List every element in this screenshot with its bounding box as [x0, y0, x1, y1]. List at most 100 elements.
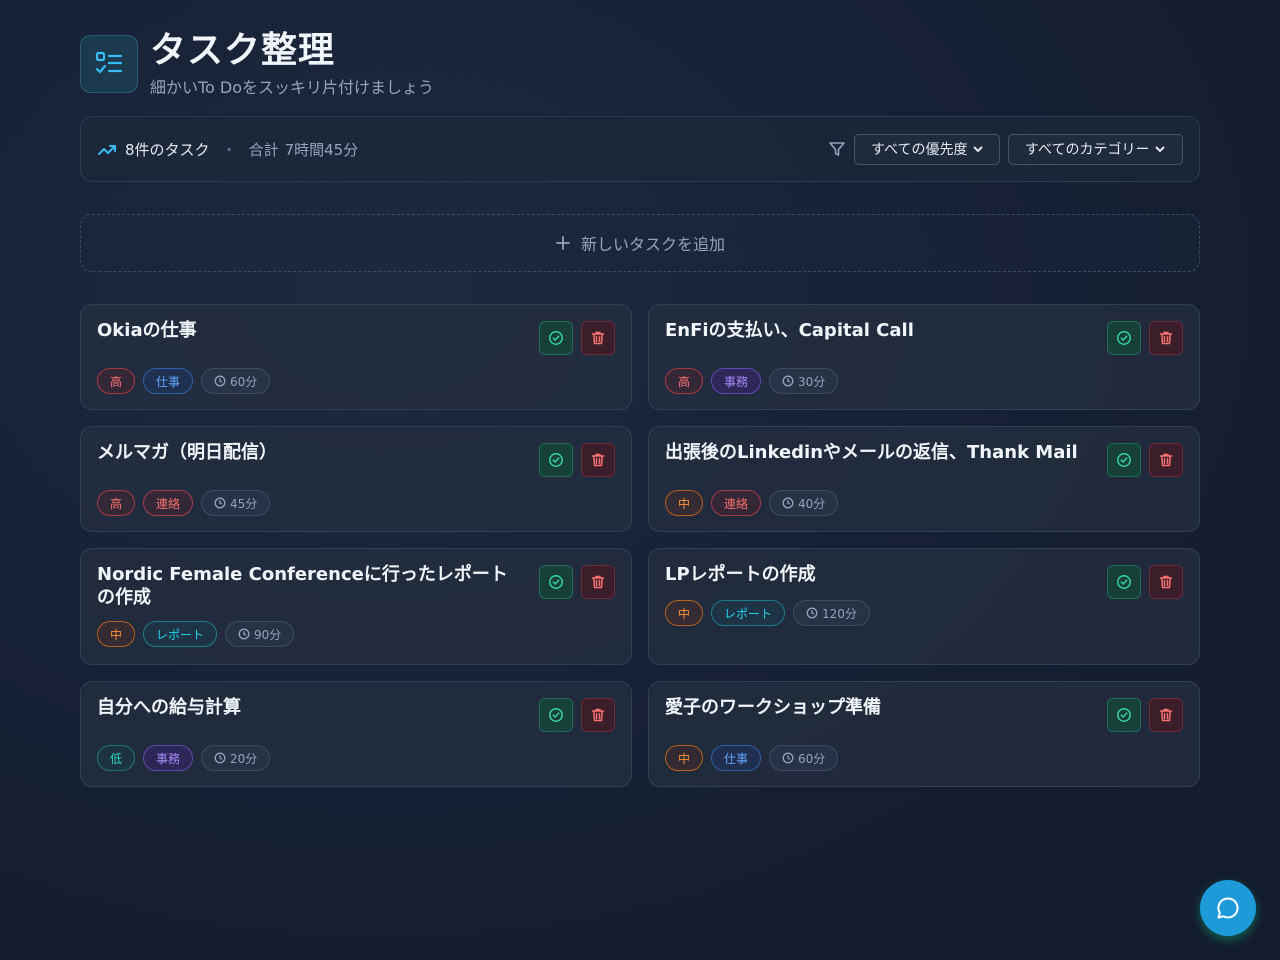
- time-badge: 90分: [225, 621, 295, 647]
- time-badge: 40分: [769, 490, 839, 516]
- delete-button[interactable]: [581, 321, 615, 355]
- priority-badge: 高: [665, 368, 704, 394]
- clock-icon: [806, 607, 818, 619]
- task-actions: [539, 443, 615, 477]
- clock-icon: [214, 375, 226, 387]
- task-tags: 中 レポート 90分: [97, 621, 615, 647]
- task-card: メルマガ（明日配信） 高 連絡 45分: [80, 426, 632, 532]
- delete-button[interactable]: [581, 698, 615, 732]
- time-value: 60分: [798, 751, 826, 766]
- category-badge: 連絡: [711, 490, 762, 516]
- complete-button[interactable]: [1107, 698, 1141, 732]
- task-title: メルマガ（明日配信）: [97, 442, 277, 463]
- total-time-label: 合計: [248, 140, 279, 159]
- delete-button[interactable]: [1149, 443, 1183, 477]
- task-title: 自分への給与計算: [97, 697, 241, 718]
- trash-icon: [1158, 452, 1174, 468]
- time-badge: 45分: [201, 490, 271, 516]
- priority-filter-select[interactable]: すべての優先度: [854, 133, 1000, 165]
- task-actions: [539, 698, 615, 732]
- task-card: 愛子のワークショップ準備 中 仕事 60分: [648, 681, 1200, 787]
- delete-button[interactable]: [1149, 321, 1183, 355]
- page-title: タスク整理: [150, 30, 336, 71]
- clock-icon: [782, 752, 794, 764]
- trash-icon: [590, 574, 606, 590]
- priority-badge: 高: [97, 368, 136, 394]
- category-badge: レポート: [143, 621, 218, 647]
- task-tags: 低 事務 20分: [97, 745, 615, 771]
- task-card: EnFiの支払い、Capital Call 高 事務 30分: [648, 304, 1200, 410]
- chat-button[interactable]: [1200, 880, 1256, 936]
- time-value: 45分: [230, 496, 258, 511]
- complete-button[interactable]: [539, 443, 573, 477]
- complete-button[interactable]: [1107, 443, 1141, 477]
- total-time: 7時間45分: [284, 140, 359, 159]
- clock-icon: [782, 497, 794, 509]
- task-actions: [1107, 698, 1183, 732]
- task-title: 愛子のワークショップ準備: [665, 697, 881, 718]
- time-badge: 60分: [201, 368, 271, 394]
- priority-badge: 中: [97, 621, 136, 647]
- add-task-label: 新しいタスクを追加: [580, 235, 725, 254]
- task-tags: 中 レポート 120分: [665, 600, 1183, 626]
- check-circle-icon: [1116, 574, 1132, 590]
- delete-button[interactable]: [581, 565, 615, 599]
- time-value: 40分: [798, 496, 826, 511]
- trash-icon: [1158, 574, 1174, 590]
- trash-icon: [590, 707, 606, 723]
- task-card: Nordic Female Conferenceに行ったレポートの作成 中 レポ…: [80, 548, 632, 665]
- category-filter-select[interactable]: すべてのカテゴリー: [1008, 133, 1183, 165]
- priority-badge: 低: [97, 745, 136, 771]
- category-badge: 連絡: [143, 490, 194, 516]
- complete-button[interactable]: [1107, 321, 1141, 355]
- task-count: 8件のタスク: [125, 140, 210, 159]
- chat-bubble-icon: [1215, 895, 1241, 921]
- check-circle-icon: [1116, 330, 1132, 346]
- time-badge: 20分: [201, 745, 271, 771]
- task-tags: 高 連絡 45分: [97, 490, 615, 516]
- task-actions: [539, 321, 615, 355]
- task-card: Okiaの仕事 高 仕事 60分: [80, 304, 632, 410]
- app-header: タスク整理 細かいTo Doをスッキリ片付けましょう: [80, 30, 434, 98]
- trash-icon: [1158, 707, 1174, 723]
- complete-button[interactable]: [539, 321, 573, 355]
- category-badge: 仕事: [711, 745, 762, 771]
- chevron-down-icon: [973, 144, 984, 154]
- priority-badge: 中: [665, 600, 704, 626]
- clock-icon: [214, 497, 226, 509]
- delete-button[interactable]: [1149, 565, 1183, 599]
- priority-badge: 高: [97, 490, 136, 516]
- checklist-icon: [80, 35, 138, 93]
- task-title: LPレポートの作成: [665, 564, 816, 585]
- check-circle-icon: [548, 707, 564, 723]
- category-badge: 仕事: [143, 368, 194, 394]
- time-badge: 30分: [769, 368, 839, 394]
- trending-up-icon: [97, 139, 117, 159]
- complete-button[interactable]: [539, 565, 573, 599]
- check-circle-icon: [548, 330, 564, 346]
- summary-toolbar: 8件のタスク ・ 合計 7時間45分 すべての優先度 すべてのカテゴリー: [80, 116, 1200, 182]
- delete-button[interactable]: [1149, 698, 1183, 732]
- task-card: 自分への給与計算 低 事務 20分: [80, 681, 632, 787]
- clock-icon: [782, 375, 794, 387]
- filter-icon: [828, 140, 846, 158]
- time-value: 30分: [798, 374, 826, 389]
- task-title: 出張後のLinkedinやメールの返信、Thank Mail: [665, 442, 1078, 463]
- time-badge: 120分: [793, 600, 870, 626]
- complete-button[interactable]: [1107, 565, 1141, 599]
- task-title: Okiaの仕事: [97, 320, 197, 341]
- delete-button[interactable]: [581, 443, 615, 477]
- priority-badge: 中: [665, 745, 704, 771]
- task-actions: [1107, 443, 1183, 477]
- complete-button[interactable]: [539, 698, 573, 732]
- task-tags: 中 連絡 40分: [665, 490, 1183, 516]
- task-title: EnFiの支払い、Capital Call: [665, 320, 914, 341]
- trash-icon: [590, 452, 606, 468]
- task-tags: 中 仕事 60分: [665, 745, 1183, 771]
- check-circle-icon: [1116, 452, 1132, 468]
- check-circle-icon: [548, 574, 564, 590]
- clock-icon: [238, 628, 250, 640]
- add-task-button[interactable]: 新しいタスクを追加: [80, 214, 1200, 272]
- page-subtitle: 細かいTo Doをスッキリ片付けましょう: [150, 78, 435, 97]
- time-value: 120分: [822, 606, 857, 621]
